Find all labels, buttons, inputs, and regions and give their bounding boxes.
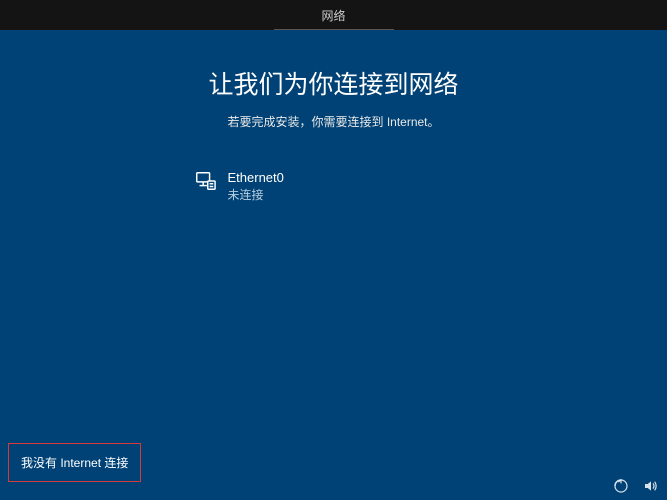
network-status: 未连接 bbox=[228, 188, 284, 204]
page-title: 让我们为你连接到网络 bbox=[208, 65, 458, 101]
bottom-bar: 我没有 Internet 连接 bbox=[0, 430, 667, 500]
ease-of-access-icon[interactable] bbox=[613, 478, 629, 494]
topbar-title: 网络 bbox=[321, 7, 345, 24]
network-list: Ethernet0 未连接 bbox=[194, 166, 474, 207]
network-info: Ethernet0 未连接 bbox=[228, 170, 284, 203]
main-panel: 让我们为你连接到网络 若要完成安装，你需要连接到 Internet。 Ether… bbox=[0, 30, 667, 500]
network-name: Ethernet0 bbox=[228, 170, 284, 186]
page-subtitle: 若要完成安装，你需要连接到 Internet。 bbox=[227, 113, 439, 130]
network-item-ethernet0[interactable]: Ethernet0 未连接 bbox=[194, 166, 474, 207]
no-internet-button[interactable]: 我没有 Internet 连接 bbox=[8, 443, 141, 482]
corner-icons bbox=[613, 478, 659, 494]
top-bar: 网络 bbox=[0, 0, 667, 30]
ethernet-icon bbox=[194, 170, 216, 192]
volume-icon[interactable] bbox=[643, 478, 659, 494]
